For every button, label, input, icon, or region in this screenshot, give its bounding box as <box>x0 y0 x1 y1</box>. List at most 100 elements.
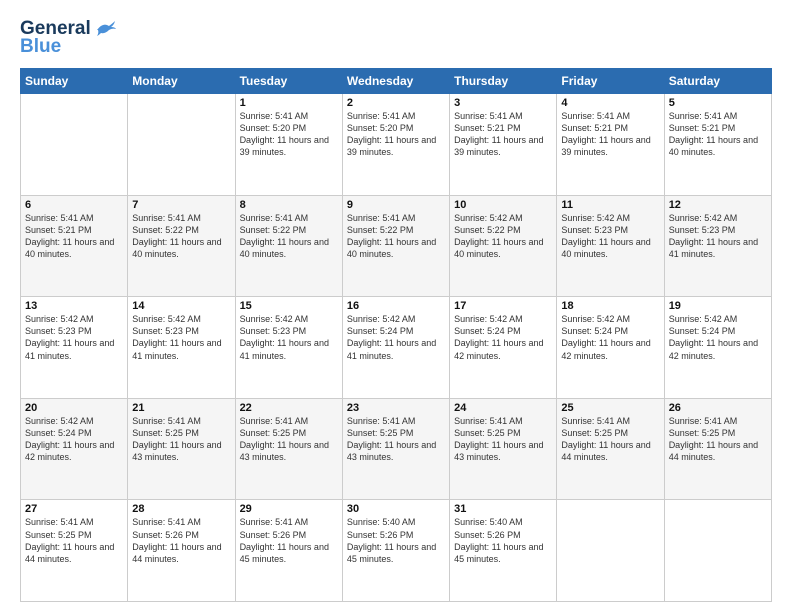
day-number: 16 <box>347 300 445 312</box>
calendar-table: SundayMondayTuesdayWednesdayThursdayFrid… <box>20 68 772 602</box>
calendar-cell: 1Sunrise: 5:41 AM Sunset: 5:20 PM Daylig… <box>235 94 342 196</box>
day-info: Sunrise: 5:41 AM Sunset: 5:25 PM Dayligh… <box>240 415 338 464</box>
day-info: Sunrise: 5:42 AM Sunset: 5:23 PM Dayligh… <box>132 313 230 362</box>
calendar-cell: 27Sunrise: 5:41 AM Sunset: 5:25 PM Dayli… <box>21 500 128 602</box>
day-number: 14 <box>132 300 230 312</box>
day-info: Sunrise: 5:41 AM Sunset: 5:25 PM Dayligh… <box>347 415 445 464</box>
weekday-header-thursday: Thursday <box>450 69 557 94</box>
day-info: Sunrise: 5:41 AM Sunset: 5:26 PM Dayligh… <box>132 516 230 565</box>
day-number: 25 <box>561 402 659 414</box>
day-info: Sunrise: 5:41 AM Sunset: 5:21 PM Dayligh… <box>454 110 552 159</box>
day-number: 8 <box>240 199 338 211</box>
calendar-cell <box>557 500 664 602</box>
day-info: Sunrise: 5:41 AM Sunset: 5:25 PM Dayligh… <box>561 415 659 464</box>
day-info: Sunrise: 5:41 AM Sunset: 5:25 PM Dayligh… <box>669 415 767 464</box>
calendar-cell: 20Sunrise: 5:42 AM Sunset: 5:24 PM Dayli… <box>21 398 128 500</box>
day-number: 24 <box>454 402 552 414</box>
day-number: 17 <box>454 300 552 312</box>
day-number: 6 <box>25 199 123 211</box>
calendar-cell: 17Sunrise: 5:42 AM Sunset: 5:24 PM Dayli… <box>450 297 557 399</box>
calendar-cell: 9Sunrise: 5:41 AM Sunset: 5:22 PM Daylig… <box>342 195 449 297</box>
day-number: 10 <box>454 199 552 211</box>
day-info: Sunrise: 5:41 AM Sunset: 5:22 PM Dayligh… <box>132 212 230 261</box>
day-number: 31 <box>454 503 552 515</box>
day-number: 22 <box>240 402 338 414</box>
calendar-cell: 29Sunrise: 5:41 AM Sunset: 5:26 PM Dayli… <box>235 500 342 602</box>
day-number: 26 <box>669 402 767 414</box>
week-row-3: 13Sunrise: 5:42 AM Sunset: 5:23 PM Dayli… <box>21 297 772 399</box>
day-info: Sunrise: 5:41 AM Sunset: 5:22 PM Dayligh… <box>240 212 338 261</box>
day-info: Sunrise: 5:41 AM Sunset: 5:21 PM Dayligh… <box>669 110 767 159</box>
day-info: Sunrise: 5:41 AM Sunset: 5:25 PM Dayligh… <box>25 516 123 565</box>
day-info: Sunrise: 5:42 AM Sunset: 5:23 PM Dayligh… <box>669 212 767 261</box>
day-number: 18 <box>561 300 659 312</box>
day-number: 4 <box>561 97 659 109</box>
calendar-cell: 2Sunrise: 5:41 AM Sunset: 5:20 PM Daylig… <box>342 94 449 196</box>
calendar-cell: 4Sunrise: 5:41 AM Sunset: 5:21 PM Daylig… <box>557 94 664 196</box>
calendar-cell: 14Sunrise: 5:42 AM Sunset: 5:23 PM Dayli… <box>128 297 235 399</box>
weekday-header-friday: Friday <box>557 69 664 94</box>
calendar-cell <box>128 94 235 196</box>
logo-bird-icon <box>95 20 117 38</box>
logo-blue: Blue <box>20 36 61 58</box>
calendar-cell: 3Sunrise: 5:41 AM Sunset: 5:21 PM Daylig… <box>450 94 557 196</box>
day-info: Sunrise: 5:42 AM Sunset: 5:24 PM Dayligh… <box>561 313 659 362</box>
calendar-cell: 15Sunrise: 5:42 AM Sunset: 5:23 PM Dayli… <box>235 297 342 399</box>
day-number: 29 <box>240 503 338 515</box>
day-number: 20 <box>25 402 123 414</box>
day-info: Sunrise: 5:41 AM Sunset: 5:21 PM Dayligh… <box>561 110 659 159</box>
calendar-cell: 8Sunrise: 5:41 AM Sunset: 5:22 PM Daylig… <box>235 195 342 297</box>
logo: General Blue <box>20 18 117 58</box>
calendar-cell: 19Sunrise: 5:42 AM Sunset: 5:24 PM Dayli… <box>664 297 771 399</box>
day-info: Sunrise: 5:42 AM Sunset: 5:24 PM Dayligh… <box>669 313 767 362</box>
day-number: 30 <box>347 503 445 515</box>
day-number: 15 <box>240 300 338 312</box>
day-info: Sunrise: 5:42 AM Sunset: 5:22 PM Dayligh… <box>454 212 552 261</box>
week-row-4: 20Sunrise: 5:42 AM Sunset: 5:24 PM Dayli… <box>21 398 772 500</box>
day-number: 13 <box>25 300 123 312</box>
day-info: Sunrise: 5:41 AM Sunset: 5:20 PM Dayligh… <box>240 110 338 159</box>
week-row-1: 1Sunrise: 5:41 AM Sunset: 5:20 PM Daylig… <box>21 94 772 196</box>
day-info: Sunrise: 5:41 AM Sunset: 5:25 PM Dayligh… <box>132 415 230 464</box>
day-number: 9 <box>347 199 445 211</box>
calendar-cell: 10Sunrise: 5:42 AM Sunset: 5:22 PM Dayli… <box>450 195 557 297</box>
day-info: Sunrise: 5:40 AM Sunset: 5:26 PM Dayligh… <box>454 516 552 565</box>
calendar-cell: 31Sunrise: 5:40 AM Sunset: 5:26 PM Dayli… <box>450 500 557 602</box>
calendar-cell: 5Sunrise: 5:41 AM Sunset: 5:21 PM Daylig… <box>664 94 771 196</box>
day-number: 11 <box>561 199 659 211</box>
day-number: 23 <box>347 402 445 414</box>
calendar-cell: 21Sunrise: 5:41 AM Sunset: 5:25 PM Dayli… <box>128 398 235 500</box>
calendar-cell: 23Sunrise: 5:41 AM Sunset: 5:25 PM Dayli… <box>342 398 449 500</box>
day-number: 12 <box>669 199 767 211</box>
day-number: 1 <box>240 97 338 109</box>
week-row-2: 6Sunrise: 5:41 AM Sunset: 5:21 PM Daylig… <box>21 195 772 297</box>
weekday-header-row: SundayMondayTuesdayWednesdayThursdayFrid… <box>21 69 772 94</box>
day-number: 7 <box>132 199 230 211</box>
day-number: 19 <box>669 300 767 312</box>
calendar-cell: 11Sunrise: 5:42 AM Sunset: 5:23 PM Dayli… <box>557 195 664 297</box>
day-number: 3 <box>454 97 552 109</box>
day-info: Sunrise: 5:42 AM Sunset: 5:23 PM Dayligh… <box>25 313 123 362</box>
day-number: 2 <box>347 97 445 109</box>
day-number: 5 <box>669 97 767 109</box>
day-info: Sunrise: 5:41 AM Sunset: 5:22 PM Dayligh… <box>347 212 445 261</box>
weekday-header-tuesday: Tuesday <box>235 69 342 94</box>
calendar-cell: 12Sunrise: 5:42 AM Sunset: 5:23 PM Dayli… <box>664 195 771 297</box>
weekday-header-monday: Monday <box>128 69 235 94</box>
day-info: Sunrise: 5:42 AM Sunset: 5:24 PM Dayligh… <box>347 313 445 362</box>
calendar-cell: 25Sunrise: 5:41 AM Sunset: 5:25 PM Dayli… <box>557 398 664 500</box>
calendar-cell: 26Sunrise: 5:41 AM Sunset: 5:25 PM Dayli… <box>664 398 771 500</box>
calendar-cell: 13Sunrise: 5:42 AM Sunset: 5:23 PM Dayli… <box>21 297 128 399</box>
calendar-cell: 24Sunrise: 5:41 AM Sunset: 5:25 PM Dayli… <box>450 398 557 500</box>
day-info: Sunrise: 5:42 AM Sunset: 5:23 PM Dayligh… <box>561 212 659 261</box>
day-number: 28 <box>132 503 230 515</box>
day-info: Sunrise: 5:42 AM Sunset: 5:24 PM Dayligh… <box>25 415 123 464</box>
calendar-cell: 6Sunrise: 5:41 AM Sunset: 5:21 PM Daylig… <box>21 195 128 297</box>
calendar-cell <box>664 500 771 602</box>
weekday-header-wednesday: Wednesday <box>342 69 449 94</box>
page: General Blue SundayMondayTuesdayWednesda… <box>0 0 792 612</box>
calendar-cell: 28Sunrise: 5:41 AM Sunset: 5:26 PM Dayli… <box>128 500 235 602</box>
day-number: 27 <box>25 503 123 515</box>
day-info: Sunrise: 5:42 AM Sunset: 5:24 PM Dayligh… <box>454 313 552 362</box>
calendar-cell: 16Sunrise: 5:42 AM Sunset: 5:24 PM Dayli… <box>342 297 449 399</box>
